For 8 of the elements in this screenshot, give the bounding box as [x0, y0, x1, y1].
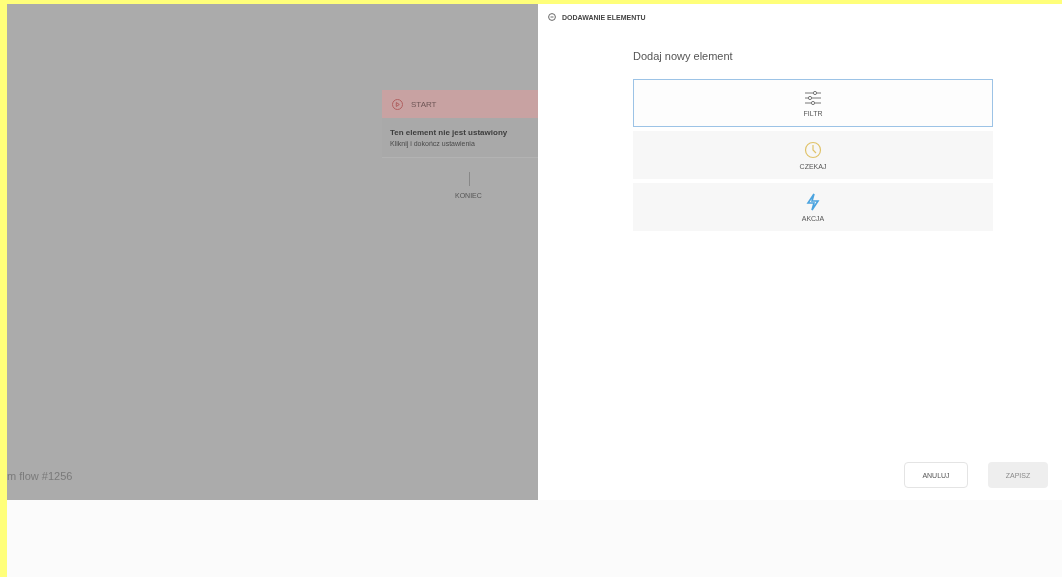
play-icon — [392, 98, 403, 110]
panel-heading: Dodaj nowy element — [633, 50, 734, 62]
node-title: Ten element nie jest ustawiony — [390, 128, 509, 137]
node-label: START — [411, 99, 437, 109]
lightning-icon — [806, 192, 820, 211]
clock-icon — [804, 140, 822, 159]
sliders-icon — [804, 89, 822, 106]
circle-icon — [548, 13, 556, 21]
